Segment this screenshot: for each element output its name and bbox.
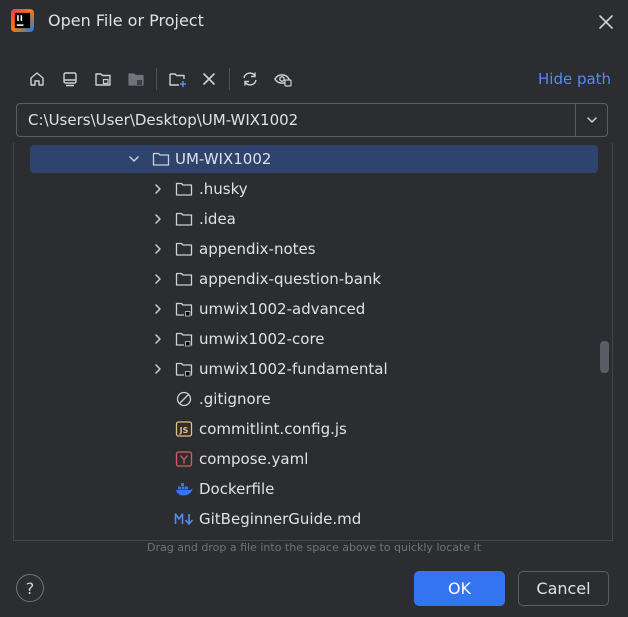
home-button[interactable] [24, 66, 50, 92]
tree-item-label: GitBeginnerGuide.md [199, 510, 362, 528]
tree-item-dockerfile[interactable]: Dockerfile [14, 474, 598, 504]
tree-item-commitlint-config[interactable]: JS commitlint.config.js [14, 414, 598, 444]
chevron-down-icon [587, 117, 597, 123]
folder-icon [152, 152, 170, 166]
chevron-right-icon[interactable] [151, 272, 165, 286]
selection-highlight [30, 145, 598, 173]
chevron-right-icon[interactable] [151, 242, 165, 256]
chevron-down-icon[interactable] [127, 152, 141, 166]
delete-button[interactable] [196, 66, 222, 92]
folder-icon [175, 212, 193, 226]
chevron-right-icon[interactable] [151, 332, 165, 346]
tree-item-label: .idea [199, 210, 236, 228]
hide-path-link[interactable]: Hide path [538, 70, 611, 88]
home-icon [30, 72, 44, 86]
tree-item-gitignore[interactable]: .gitignore [14, 384, 598, 414]
new-folder-icon [169, 73, 186, 87]
toolbar-separator [156, 68, 157, 90]
show-hidden-button[interactable] [270, 66, 296, 92]
docker-icon [176, 483, 193, 496]
project-directory-icon [95, 73, 111, 86]
module-folder-icon [175, 302, 193, 317]
refresh-icon [243, 72, 257, 86]
markdown-file-icon [174, 513, 194, 525]
tree-item-umwix1002-core[interactable]: umwix1002-core [14, 324, 598, 354]
folder-icon [175, 272, 193, 286]
close-icon[interactable] [596, 12, 616, 32]
folder-icon [175, 242, 193, 256]
tree-item-label: UM-WIX1002 [175, 150, 272, 168]
tree-item-label: appendix-question-bank [199, 270, 382, 288]
cancel-button[interactable]: Cancel [518, 571, 609, 606]
module-folder-icon [175, 332, 193, 347]
tree-item-appendix-question-bank[interactable]: appendix-question-bank [14, 264, 598, 294]
tree-item-label: compose.yaml [199, 450, 309, 468]
tree-item-gitbeginnerguide[interactable]: GitBeginnerGuide.md [14, 504, 598, 534]
vertical-scrollbar-thumb[interactable] [600, 341, 609, 373]
tree-item-label: .gitignore [199, 390, 271, 408]
new-folder-button[interactable] [165, 66, 191, 92]
show-hidden-icon [274, 74, 292, 87]
folder-icon [175, 182, 193, 196]
file-tree[interactable]: UM-WIX1002 .husky .idea appendix-notes a… [13, 143, 613, 541]
tree-item-label: umwix1002-advanced [199, 300, 366, 318]
drag-drop-hint: Drag and drop a file into the space abov… [146, 541, 482, 554]
help-icon: ? [25, 578, 35, 598]
tree-item-label: umwix1002-core [199, 330, 325, 348]
tree-item-label: commitlint.config.js [199, 420, 347, 438]
path-dropdown-button[interactable] [576, 104, 608, 136]
tree-item-um-wix1002[interactable]: UM-WIX1002 [14, 144, 598, 174]
module-directory-button[interactable] [123, 66, 149, 92]
path-combobox [16, 103, 608, 137]
tree-item-label: appendix-notes [199, 240, 316, 258]
title-bar: Open File or Project [0, 0, 628, 44]
tree-item-label: Dockerfile [199, 480, 275, 498]
ok-button[interactable]: OK [414, 571, 505, 606]
toolbar-separator [229, 68, 230, 90]
chevron-right-icon[interactable] [151, 362, 165, 376]
tree-item-husky[interactable]: .husky [14, 174, 598, 204]
chevron-right-icon[interactable] [151, 302, 165, 316]
tree-item-idea[interactable]: .idea [14, 204, 598, 234]
chevron-right-icon[interactable] [151, 182, 165, 196]
tree-item-appendix-notes[interactable]: appendix-notes [14, 234, 598, 264]
desktop-icon [63, 72, 77, 87]
javascript-file-icon: JS [175, 421, 193, 437]
tree-item-umwix1002-advanced[interactable]: umwix1002-advanced [14, 294, 598, 324]
svg-text:JS: JS [179, 426, 189, 435]
desktop-button[interactable] [57, 66, 83, 92]
path-input[interactable] [17, 104, 573, 136]
delete-icon [203, 73, 215, 85]
module-directory-icon [128, 73, 144, 86]
chevron-right-icon[interactable] [151, 212, 165, 226]
help-button[interactable]: ? [16, 574, 44, 602]
project-directory-button[interactable] [90, 66, 116, 92]
yaml-file-icon [175, 451, 193, 467]
refresh-button[interactable] [237, 66, 263, 92]
tree-item-label: .husky [199, 180, 248, 198]
module-folder-icon [175, 362, 193, 377]
tree-item-compose-yaml[interactable]: compose.yaml [14, 444, 598, 474]
intellij-logo-icon [11, 9, 34, 32]
tree-item-label: umwix1002-fundamental [199, 360, 388, 378]
tree-item-umwix1002-fundamental[interactable]: umwix1002-fundamental [14, 354, 598, 384]
dialog-title: Open File or Project [48, 11, 204, 30]
ignore-file-icon [176, 391, 192, 407]
